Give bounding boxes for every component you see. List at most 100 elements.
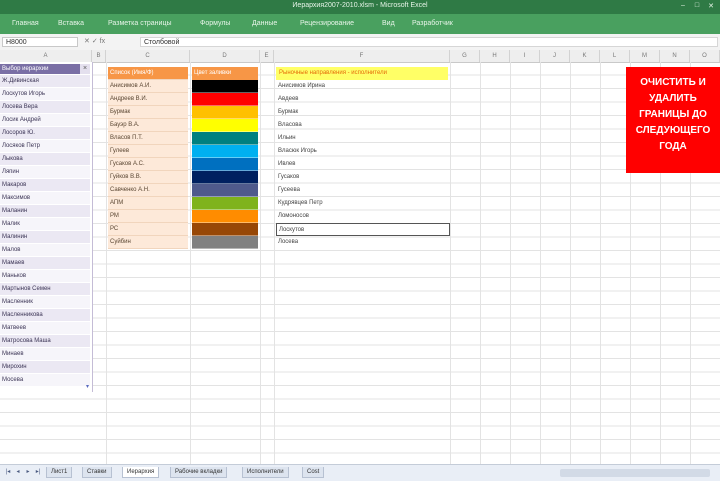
color-swatch[interactable] — [192, 132, 258, 145]
table-cell[interactable]: Анисимов Ирина — [278, 80, 448, 93]
column-header[interactable]: K — [570, 50, 600, 62]
last-sheet-icon[interactable]: ▸| — [34, 468, 42, 477]
tab-insert[interactable]: Вставка — [58, 20, 84, 27]
panel-item[interactable]: Мосева — [0, 374, 90, 386]
table-cell[interactable]: Анисимов А.И. — [108, 80, 188, 93]
column-header[interactable]: G — [450, 50, 480, 62]
sheet-tab[interactable]: Лист1 — [46, 467, 73, 478]
color-swatch[interactable] — [192, 184, 258, 197]
maximize-icon[interactable]: □ — [692, 2, 702, 11]
panel-item[interactable]: Матросова Маша — [0, 335, 90, 347]
panel-item[interactable]: Лосик Андрей — [0, 114, 90, 126]
table-cell[interactable]: Власюк Игорь — [278, 145, 448, 158]
panel-item[interactable]: Мамаев — [0, 257, 90, 269]
table-cell[interactable]: Власов П.Т. — [108, 132, 188, 145]
tab-developer[interactable]: Разработчик — [412, 20, 453, 27]
panel-item[interactable]: Малов — [0, 244, 90, 256]
tab-view[interactable]: Вид — [382, 20, 395, 27]
panel-item[interactable]: Ляпин — [0, 166, 90, 178]
column-header[interactable]: J — [540, 50, 570, 62]
column-header[interactable]: M — [630, 50, 660, 62]
panel-item[interactable]: Минаев — [0, 348, 90, 360]
panel-item[interactable]: Лосяков Петр — [0, 140, 90, 152]
fx-button[interactable]: ✕ ✓ fx — [84, 37, 136, 47]
column-header[interactable]: B — [92, 50, 106, 62]
color-swatch[interactable] — [192, 223, 258, 236]
tab-page-layout[interactable]: Разметка страницы — [108, 20, 172, 27]
column-header[interactable]: C — [106, 50, 190, 62]
panel-item[interactable]: Лосева Вера — [0, 101, 90, 113]
sheet-tab[interactable]: Исполнители — [242, 467, 289, 478]
name-box[interactable]: Н8000 — [2, 37, 78, 47]
table-cell[interactable]: РМ — [108, 210, 188, 223]
panel-item[interactable]: Маньков — [0, 270, 90, 282]
column-header[interactable]: A — [0, 50, 92, 62]
table-cell[interactable]: Гусаков А.С. — [108, 158, 188, 171]
table-cell[interactable]: Ломоносов — [278, 210, 448, 223]
horizontal-scrollbar[interactable] — [560, 469, 710, 477]
table-d-header[interactable]: Цвет заливки — [192, 67, 258, 80]
color-swatch[interactable] — [192, 210, 258, 223]
panel-item[interactable]: Лоскутов Игорь — [0, 88, 90, 100]
minimize-icon[interactable]: – — [678, 2, 688, 11]
sheet-tab-active[interactable]: Иерархия — [122, 467, 160, 478]
scroll-down-icon[interactable]: ▾ — [86, 383, 90, 390]
selected-cell[interactable]: Лоскутов — [276, 223, 450, 236]
table-cell[interactable]: Авдеев — [278, 93, 448, 106]
column-header[interactable]: E — [260, 50, 274, 62]
sheet-tab[interactable]: Ставки — [82, 467, 112, 478]
color-swatch[interactable] — [192, 171, 258, 184]
table-cell[interactable]: Гусеева — [278, 184, 448, 197]
cancel-icon[interactable]: ✕ — [84, 38, 90, 45]
color-swatch[interactable] — [192, 106, 258, 119]
table-cell[interactable]: Гуйков В.В. — [108, 171, 188, 184]
table-cell[interactable]: РС — [108, 223, 188, 236]
tab-data[interactable]: Данные — [252, 20, 277, 27]
prev-sheet-icon[interactable]: ◂ — [14, 468, 22, 477]
column-header[interactable]: D — [190, 50, 260, 62]
color-swatch[interactable] — [192, 158, 258, 171]
panel-item[interactable]: Матвеев — [0, 322, 90, 334]
first-sheet-icon[interactable]: |◂ — [4, 468, 12, 477]
table-cell[interactable]: Лосева — [278, 236, 448, 249]
column-header[interactable]: F — [274, 50, 450, 62]
table-cell[interactable]: Савченко А.Н. — [108, 184, 188, 197]
table-cell[interactable]: Бауэр В.А. — [108, 119, 188, 132]
panel-item[interactable]: Мирохин — [0, 361, 90, 373]
table-cell[interactable]: Суйбин — [108, 236, 188, 249]
formula-input[interactable]: Столбовой — [140, 37, 718, 47]
table-cell[interactable]: Власова — [278, 119, 448, 132]
table-cell[interactable]: Гулеев — [108, 145, 188, 158]
column-header[interactable]: N — [660, 50, 690, 62]
sheet-tab[interactable]: Рабочие вкладки — [170, 467, 228, 478]
next-sheet-icon[interactable]: ▸ — [24, 468, 32, 477]
panel-item[interactable]: Маланин — [0, 205, 90, 217]
table-cell[interactable]: Андреев В.И. — [108, 93, 188, 106]
panel-item[interactable]: Лосоров Ю. — [0, 127, 90, 139]
panel-item[interactable]: Мартынов Семен — [0, 283, 90, 295]
column-header[interactable]: H — [480, 50, 510, 62]
tab-review[interactable]: Рецензирование — [300, 20, 354, 27]
close-icon[interactable]: ✕ — [706, 2, 716, 11]
panel-item[interactable]: Масленник — [0, 296, 90, 308]
table-c-header[interactable]: Список (Имя/Ф) — [108, 67, 188, 80]
tab-formulas[interactable]: Формулы — [200, 20, 230, 27]
panel-item[interactable]: Масленникова — [0, 309, 90, 321]
panel-item[interactable]: Малик — [0, 218, 90, 230]
color-swatch[interactable] — [192, 197, 258, 210]
panel-item[interactable]: Малинин — [0, 231, 90, 243]
panel-item[interactable]: Лыкова — [0, 153, 90, 165]
table-cell[interactable]: АПМ — [108, 197, 188, 210]
color-swatch[interactable] — [192, 93, 258, 106]
sheet-tab[interactable]: Cost — [302, 467, 325, 478]
color-swatch[interactable] — [192, 80, 258, 93]
color-swatch[interactable] — [192, 119, 258, 132]
panel-item[interactable]: Макаров — [0, 179, 90, 191]
fx-label[interactable]: fx — [100, 38, 105, 45]
clear-filter-icon[interactable]: × — [80, 64, 90, 74]
color-swatch[interactable] — [192, 236, 258, 249]
table-cell[interactable]: Гусаков — [278, 171, 448, 184]
table-cell[interactable]: Кудрявцев Петр — [278, 197, 448, 210]
column-header[interactable]: O — [690, 50, 720, 62]
table-e-header[interactable]: Рыночные направления - исполнители — [276, 67, 448, 80]
